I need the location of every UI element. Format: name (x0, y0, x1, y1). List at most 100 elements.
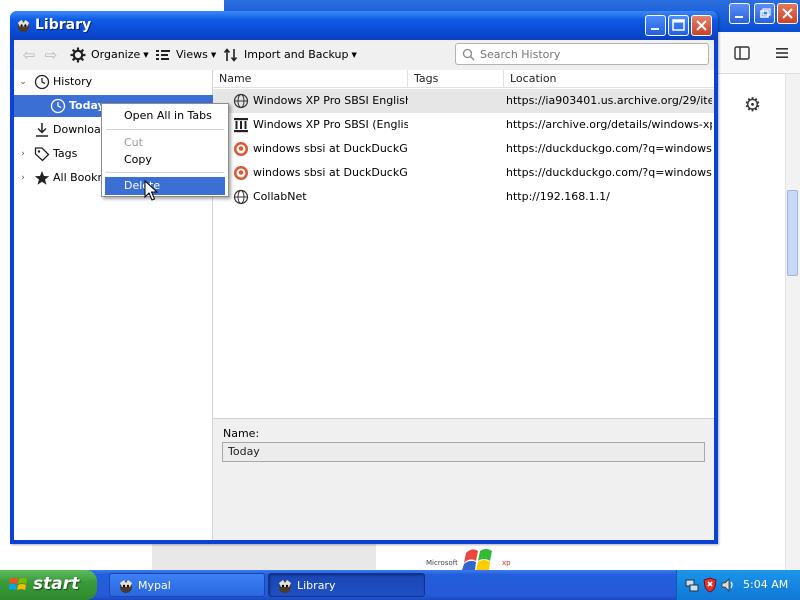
column-header-location[interactable]: Location (504, 70, 714, 88)
background-scrollbar-thumb[interactable] (787, 190, 798, 276)
import-backup-label: Import and Backup (244, 48, 349, 61)
system-tray: 5:04 AM (676, 570, 800, 600)
clock-icon (34, 74, 50, 90)
taskbar-button-label: Library (297, 579, 336, 592)
table-row[interactable]: Windows XP Pro SBSI English.... https://… (213, 89, 714, 113)
globe-icon (233, 93, 249, 109)
mypal-app-icon (17, 19, 30, 33)
dropdown-arrow-icon: ▼ (143, 51, 149, 59)
library-window: Library ⇦ ⇨ Organize ▼ Views ▼ Import an… (10, 11, 718, 544)
chevron-right-icon[interactable]: › (18, 167, 28, 189)
background-toolbar (716, 32, 800, 74)
organize-menu-button[interactable]: Organize ▼ (70, 46, 149, 64)
duckduckgo-icon (234, 142, 248, 156)
tree-item-history[interactable]: ⌄ History (14, 71, 213, 93)
row-location: https://ia903401.us.archive.org/29/item.… (506, 94, 712, 107)
background-close-button[interactable] (777, 3, 798, 24)
network-icon[interactable] (684, 577, 700, 593)
library-title-bar[interactable]: Library (10, 11, 718, 40)
menu-separator (106, 129, 224, 130)
mypal-app-icon (120, 580, 132, 593)
download-icon (36, 123, 48, 137)
taskbar-button-label: Mypal (138, 579, 171, 592)
name-field-label: Name: (223, 427, 260, 440)
clock: 5:04 AM (743, 578, 789, 591)
menu-item-cut[interactable]: Cut (105, 134, 225, 152)
background-page-strip (152, 544, 376, 570)
tree-item-label: History (53, 75, 93, 88)
organize-label: Organize (91, 48, 141, 61)
row-location: https://duckduckgo.com/?q=windows+s... (506, 166, 712, 179)
history-list[interactable]: Name Tags Location Windows XP Pro SBSI E… (213, 70, 714, 418)
row-name: windows sbsi at DuckDuckGo (253, 166, 408, 179)
table-row[interactable]: Windows XP Pro SBSI (English... https://… (213, 113, 714, 137)
minimize-button[interactable] (645, 15, 666, 36)
taskbar-button-mypal[interactable]: Mypal (109, 573, 265, 597)
background-restore-button[interactable] (754, 3, 775, 24)
clock-icon (50, 98, 66, 114)
column-header-name[interactable]: Name (213, 70, 408, 88)
close-button[interactable] (691, 15, 712, 36)
row-location: https://archive.org/details/windows-xp-.… (506, 118, 712, 131)
tree-item-label: Tags (53, 147, 78, 160)
duckduckgo-icon (234, 166, 248, 180)
menu-item-copy[interactable]: Copy (105, 151, 225, 169)
row-location: http://192.168.1.1/ (506, 190, 610, 203)
security-shield-icon[interactable] (702, 577, 718, 593)
views-label: Views (176, 48, 208, 61)
row-name: Windows XP Pro SBSI English.... (253, 94, 408, 107)
globe-icon (233, 189, 249, 205)
views-menu-button[interactable]: Views ▼ (155, 46, 216, 64)
tree-item-label: Today (69, 99, 105, 112)
start-button[interactable]: start (0, 570, 97, 600)
star-icon (34, 171, 50, 185)
windows-flag-icon (9, 578, 27, 590)
table-row[interactable]: windows sbsi at DuckDuckGo https://duckd… (213, 137, 714, 161)
back-arrow-icon[interactable]: ⇦ (20, 46, 38, 64)
gear-icon[interactable]: ⚙ (744, 94, 761, 116)
menu-item-delete[interactable]: Delete (105, 177, 225, 195)
forward-arrow-icon[interactable]: ⇨ (42, 46, 60, 64)
svg-text:xp: xp (502, 559, 511, 567)
svg-text:Microsoft: Microsoft (426, 559, 458, 567)
table-row[interactable]: windows sbsi at DuckDuckGo https://duckd… (213, 161, 714, 185)
tag-icon (34, 147, 50, 162)
volume-icon[interactable] (720, 577, 736, 593)
mypal-app-icon (279, 580, 291, 593)
row-name: CollabNet (253, 190, 307, 203)
windows-xp-logo-image: Microsoft xp (426, 549, 511, 570)
taskbar: start Mypal Library 5:04 AM (0, 570, 800, 600)
start-label: start (33, 574, 80, 594)
tree-item-label: Download (53, 123, 108, 136)
table-row[interactable]: CollabNet http://192.168.1.1/ (213, 185, 714, 209)
import-backup-menu-button[interactable]: Import and Backup ▼ (223, 46, 357, 64)
row-location: https://duckduckgo.com/?q=windows+s... (506, 142, 712, 155)
dropdown-arrow-icon: ▼ (210, 51, 217, 59)
row-name: windows sbsi at DuckDuckGo (253, 142, 408, 155)
name-field[interactable]: Today (222, 442, 705, 462)
background-minimize-button[interactable] (729, 3, 750, 24)
import-export-arrows-icon (223, 48, 238, 62)
details-pane: Name: Today (213, 418, 714, 540)
column-header-tags[interactable]: Tags (408, 70, 504, 88)
search-history-input[interactable] (478, 46, 703, 62)
hamburger-menu-icon[interactable] (774, 45, 790, 61)
menu-separator (106, 172, 224, 173)
list-header: Name Tags Location (213, 70, 714, 88)
row-name: Windows XP Pro SBSI (English... (253, 118, 408, 131)
maximize-button[interactable] (668, 15, 689, 36)
chevron-right-icon[interactable]: › (18, 143, 28, 165)
context-menu: Open All in Tabs Cut Copy Delete (101, 103, 229, 197)
archive-org-icon (234, 118, 248, 133)
taskbar-button-library[interactable]: Library (268, 573, 425, 597)
search-icon (462, 48, 475, 61)
background-scrollbar[interactable] (785, 74, 800, 570)
list-view-icon (156, 50, 170, 60)
chevron-down-icon[interactable]: ⌄ (18, 71, 28, 93)
gear-icon (70, 47, 86, 63)
search-box[interactable] (455, 43, 709, 65)
sidebar-icon[interactable] (734, 45, 750, 61)
dropdown-arrow-icon: ▼ (351, 51, 357, 59)
library-toolbar: ⇦ ⇨ Organize ▼ Views ▼ Import and Backup… (14, 40, 714, 70)
menu-item-open-all-in-tabs[interactable]: Open All in Tabs (105, 107, 225, 125)
